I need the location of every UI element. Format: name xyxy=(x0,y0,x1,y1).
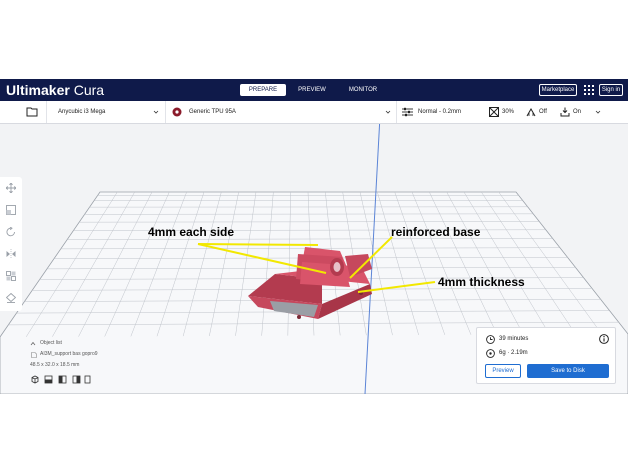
rotate-icon[interactable] xyxy=(6,227,16,237)
chevron-down-icon xyxy=(595,110,601,114)
print-summary-panel: 39 minutes 6g · 2.19m Preview Save to Di… xyxy=(476,327,616,384)
support-icon xyxy=(526,107,536,117)
material-usage: 6g · 2.19m xyxy=(499,350,528,356)
printer-name: Anycubic i3 Mega xyxy=(58,109,106,115)
move-icon[interactable] xyxy=(6,183,16,193)
save-to-disk-button[interactable]: Save to Disk xyxy=(527,364,609,378)
per-model-settings-icon[interactable] xyxy=(6,271,16,281)
chevron-down-icon xyxy=(385,110,391,114)
marketplace-button[interactable]: Marketplace xyxy=(539,84,577,96)
object-file-name: AI3M_support bas gopro9 xyxy=(40,351,98,357)
tab-preview[interactable]: PREVIEW xyxy=(292,84,332,96)
cura-window: 4mm each side reinforced base 4mm thickn… xyxy=(0,79,628,394)
support-blocker-icon[interactable] xyxy=(6,293,16,303)
profile-label: Normal - 0.2mm xyxy=(418,109,462,115)
view-orientation-icons xyxy=(31,375,91,384)
info-icon[interactable] xyxy=(599,334,609,344)
brand-name: Ultimaker xyxy=(6,82,70,98)
print-time: 39 minutes xyxy=(499,336,529,342)
material-spool-icon xyxy=(172,107,182,117)
preview-button[interactable]: Preview xyxy=(485,364,521,378)
support-value: Off xyxy=(539,109,547,115)
mirror-icon[interactable] xyxy=(6,249,16,259)
adhesion-icon xyxy=(560,107,570,117)
brand-product: Cura xyxy=(73,82,105,98)
tab-monitor[interactable]: MONITOR xyxy=(340,84,386,96)
adhesion-value: On xyxy=(573,109,582,115)
app-logo: Ultimaker Cura xyxy=(6,82,104,98)
settings-sliders-icon xyxy=(402,107,413,117)
file-icon xyxy=(31,352,37,358)
chevron-up-icon[interactable] xyxy=(30,341,36,346)
settings-toolbar: Anycubic i3 Mega Generic TPU 95A Normal xyxy=(0,101,628,124)
infill-value: 30% xyxy=(502,109,515,115)
material-name: Generic TPU 95A xyxy=(189,109,236,115)
open-file-icon[interactable] xyxy=(26,107,38,117)
chevron-down-icon xyxy=(153,110,159,114)
object-list-header[interactable]: Object list xyxy=(40,340,62,347)
annotation-4mm-each-side: 4mm each side xyxy=(148,225,235,239)
material-spool-icon xyxy=(486,349,495,358)
apps-grid-icon[interactable] xyxy=(584,85,594,95)
annotation-4mm-thickness: 4mm thickness xyxy=(438,275,525,289)
tool-sidebar xyxy=(0,177,22,311)
scale-icon[interactable] xyxy=(6,205,16,215)
infill-icon xyxy=(489,107,499,117)
annotation-reinforced-base: reinforced base xyxy=(391,225,481,239)
object-dimensions: 48.5 x 32.0 x 18.5 mm xyxy=(30,362,80,368)
clock-icon xyxy=(486,335,495,344)
sign-in-button[interactable]: Sign in xyxy=(599,84,623,96)
tab-prepare[interactable]: PREPARE xyxy=(240,84,286,96)
object-list-panel: Object list AI3M_support bas gopro9 48.5… xyxy=(28,340,168,392)
header-bar: Ultimaker Cura PREPARE PREVIEW MONITOR M… xyxy=(0,79,628,101)
